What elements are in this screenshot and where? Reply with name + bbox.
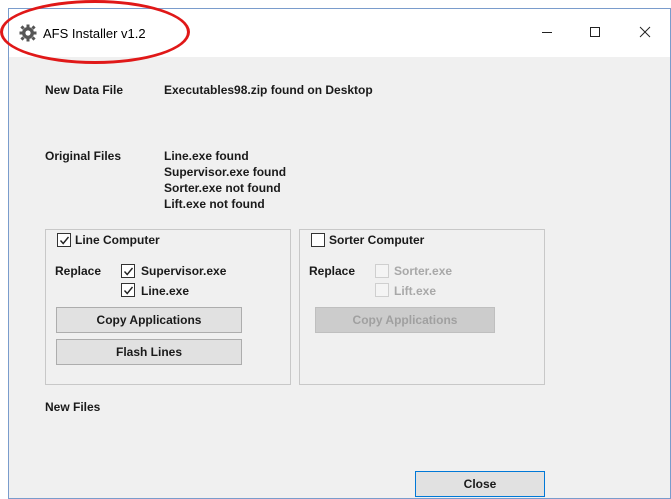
sorter-copy-applications-button[interactable]: Copy Applications (315, 307, 495, 333)
checkmark-icon (123, 286, 133, 295)
line-computer-label[interactable]: Line Computer (75, 233, 160, 247)
supervisor-exe-checkbox[interactable] (121, 264, 135, 278)
checkmark-icon (123, 267, 133, 276)
sorter-replace-label: Replace (309, 264, 356, 278)
minimize-icon (542, 32, 552, 33)
sorter-exe-checkbox[interactable] (375, 264, 389, 278)
original-file-line-1: Line.exe found (164, 149, 249, 163)
line-exe-label[interactable]: Line.exe (141, 284, 189, 298)
line-replace-label: Replace (55, 264, 102, 278)
sorter-exe-label: Sorter.exe (394, 264, 453, 278)
original-file-line-4: Lift.exe not found (164, 197, 265, 211)
new-files-label: New Files (45, 400, 101, 414)
window-close-button[interactable] (623, 17, 667, 47)
title-bar[interactable]: AFS Installer v1.2 (9, 9, 670, 57)
checkmark-icon (59, 236, 69, 245)
line-exe-checkbox[interactable] (121, 283, 135, 297)
gear-icon (19, 24, 37, 42)
supervisor-exe-label[interactable]: Supervisor.exe (141, 264, 226, 278)
sorter-computer-checkbox[interactable] (311, 233, 325, 247)
sorter-computer-label[interactable]: Sorter Computer (329, 233, 424, 247)
minimize-button[interactable] (525, 17, 569, 47)
close-icon (639, 26, 651, 38)
window-title: AFS Installer v1.2 (43, 26, 146, 41)
original-files-label: Original Files (45, 149, 122, 163)
lift-exe-label: Lift.exe (394, 284, 437, 298)
new-data-file-value: Executables98.zip found on Desktop (164, 83, 373, 97)
flash-lines-button[interactable]: Flash Lines (56, 339, 242, 365)
original-file-line-2: Supervisor.exe found (164, 165, 287, 179)
original-file-line-3: Sorter.exe not found (164, 181, 281, 195)
line-copy-applications-button[interactable]: Copy Applications (56, 307, 242, 333)
installer-window: AFS Installer v1.2 New Data File Executa… (8, 8, 671, 499)
line-computer-checkbox[interactable] (57, 233, 71, 247)
lift-exe-checkbox[interactable] (375, 283, 389, 297)
close-button[interactable]: Close (415, 471, 545, 497)
maximize-icon (590, 27, 600, 37)
maximize-button[interactable] (573, 17, 617, 47)
new-data-file-label: New Data File (45, 83, 124, 97)
